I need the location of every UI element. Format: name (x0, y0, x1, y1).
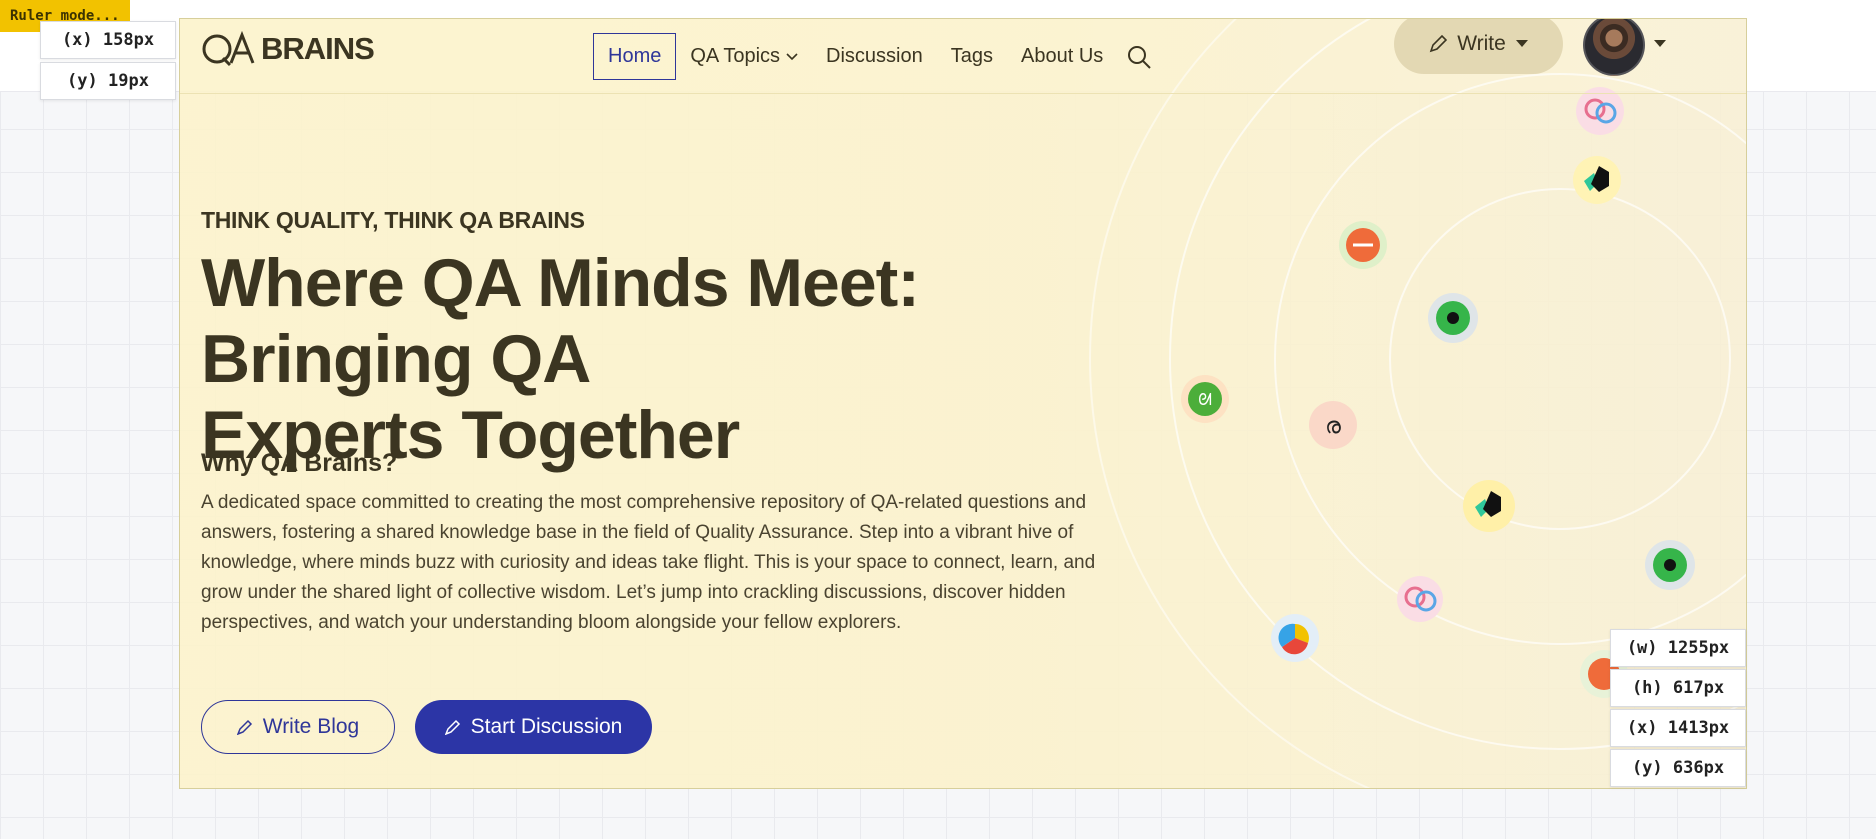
hero-section: ᘛ ര BRAINS Home QA Topics Discussion Tag… (179, 18, 1747, 789)
ruler-y-top: (y) 19px (40, 62, 176, 100)
top-navbar: BRAINS Home QA Topics Discussion Tags Ab… (180, 19, 1746, 94)
write-label: Write (1457, 32, 1506, 55)
main-menu: Home QA Topics Discussion Tags About Us (593, 19, 1151, 94)
user-avatar[interactable] (1583, 19, 1645, 76)
write-blog-button[interactable]: Write Blog (201, 700, 395, 754)
pencil-icon (1429, 35, 1448, 53)
logo-text: BRAINS (261, 31, 375, 66)
avatar-caret-icon[interactable] (1654, 40, 1666, 48)
nav-about-us[interactable]: About Us (1007, 33, 1117, 80)
nav-qa-topics[interactable]: QA Topics (676, 33, 812, 80)
qa-logo-icon (202, 30, 255, 67)
svg-text:ᘛ: ᘛ (1198, 390, 1212, 409)
ruler-x-top: (x) 158px (40, 21, 176, 59)
nav-home[interactable]: Home (593, 33, 677, 80)
start-discussion-label: Start Discussion (470, 715, 623, 738)
hero-kicker: THINK QUALITY, THINK QA BRAINS (201, 207, 585, 233)
write-dropdown-button[interactable]: Write (1394, 19, 1563, 74)
write-blog-label: Write Blog (262, 715, 360, 738)
search-icon (1128, 45, 1151, 69)
search-button[interactable] (1127, 45, 1151, 69)
ruler-x-bottom: (x) 1413px (1610, 709, 1746, 747)
start-discussion-button[interactable]: Start Discussion (415, 700, 652, 754)
ruler-height: (h) 617px (1610, 669, 1746, 707)
hero-subtitle: Why QA Brains? (201, 449, 398, 477)
caret-down-icon (1515, 40, 1528, 47)
hero-title-line1: Where QA Minds Meet: Bringing QA (201, 245, 920, 397)
ruler-width: (w) 1255px (1610, 629, 1746, 667)
nav-discussion[interactable]: Discussion (812, 33, 937, 80)
nav-qa-topics-label: QA Topics (690, 45, 781, 67)
site-logo[interactable]: BRAINS (201, 27, 375, 71)
pencil-icon (444, 719, 460, 735)
hero-title: Where QA Minds Meet: Bringing QA Experts… (201, 245, 1111, 473)
ruler-y-bottom: (y) 636px (1610, 749, 1746, 787)
chevron-down-icon (786, 52, 798, 60)
pencil-icon (236, 719, 252, 735)
tool-logo-icon (1573, 156, 1621, 204)
nav-tags[interactable]: Tags (937, 33, 1007, 80)
hero-description: A dedicated space committed to creating … (201, 492, 1096, 633)
svg-text:ര: ര (1325, 414, 1341, 439)
